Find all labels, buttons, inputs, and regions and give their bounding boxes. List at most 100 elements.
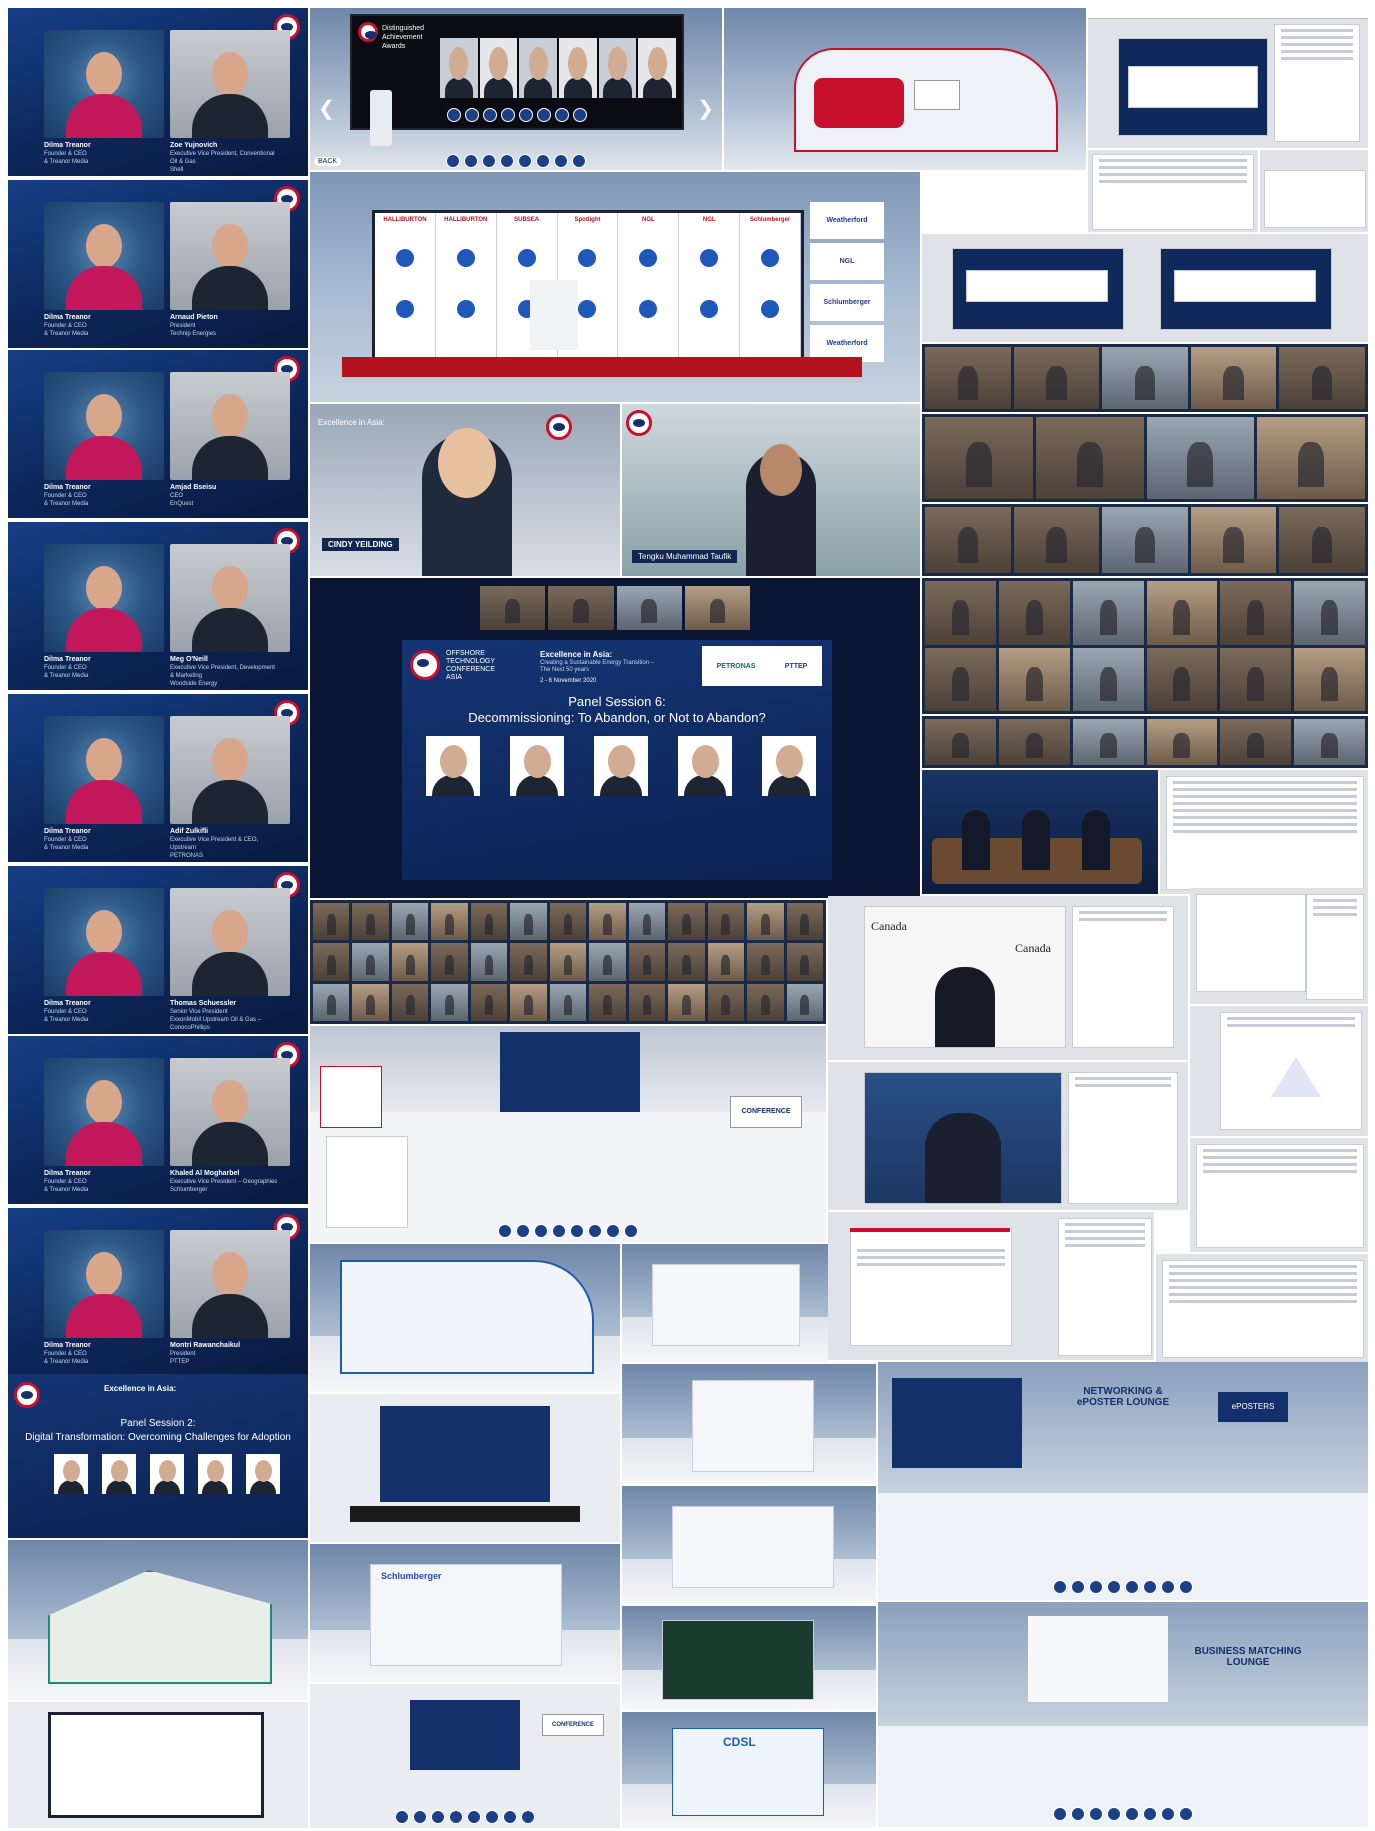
play-icon[interactable] (637, 298, 660, 320)
conference-entrance-tile[interactable]: CONFERENCE (310, 1684, 620, 1828)
video-cell (589, 983, 626, 1021)
otc-logo-icon (358, 22, 378, 42)
petronas-booth-tile[interactable] (8, 1540, 308, 1700)
table-window-tile[interactable] (1156, 1254, 1368, 1362)
virtual-lobby-tile[interactable]: CONFERENCE (310, 1026, 826, 1242)
awards-play-buttons[interactable] (447, 108, 587, 122)
pttep-booth-tile[interactable] (310, 1244, 620, 1392)
interview-tile[interactable]: Dilma Treanor Founder & CEO & Treanor Medi… (8, 350, 308, 520)
cdsl-booth-tile[interactable]: CDSL (622, 1712, 876, 1828)
panel-session-6-tile[interactable]: OFFSHORE TECHNOLOGY CONFERENCE ASIA Excelle… (310, 578, 920, 898)
back-button[interactable]: BACK (314, 157, 342, 166)
interview-tile[interactable]: Dilma Treanor Founder & CEO & Treanor Medi… (8, 1208, 308, 1378)
qa-submission-tile[interactable] (828, 1212, 1054, 1360)
conference-sign[interactable]: CONFERENCE (542, 1714, 604, 1736)
guest-caption: Adif Zulkifli Executive Vice President & … (170, 828, 259, 859)
panelist-figure (962, 810, 990, 870)
guest-caption: Montri Rawanchaikul President PTTEP (170, 1342, 241, 1365)
business-matching-tile[interactable]: BUSINESS MATCHING LOUNGE (878, 1602, 1368, 1827)
sponsor-hall-tile[interactable] (8, 1702, 308, 1828)
chat-window-tile-2[interactable] (1190, 1138, 1368, 1252)
lounge-nav-bar[interactable] (1053, 1807, 1193, 1821)
speaker-cards-tile[interactable] (1260, 150, 1368, 232)
eposters-sign[interactable]: ePOSTERS (1218, 1392, 1288, 1422)
play-icon[interactable] (759, 298, 782, 320)
agenda-table-tile[interactable] (1160, 770, 1368, 894)
awards-title: Distinguished Achievement Awards (382, 25, 425, 50)
conference-sign[interactable]: CONFERENCE (730, 1096, 802, 1128)
weatherford-booth-tile[interactable] (724, 8, 1086, 170)
awards-hall-tile[interactable]: Distinguished Achievement Awards ❮ ❯ BAC… (310, 8, 722, 170)
guest-caption: Meg O'Neill Executive Vice President, Dev… (170, 656, 275, 687)
panelist-figure (1082, 810, 1110, 870)
play-icon[interactable] (576, 298, 599, 320)
play-icon[interactable] (454, 298, 477, 320)
video-wall (310, 900, 826, 1024)
play-icon[interactable] (576, 247, 599, 269)
networking-lounge-tile[interactable]: NETWORKING & ePOSTER LOUNGE ePOSTERS (878, 1362, 1368, 1600)
next-arrow-icon[interactable]: ❯ (697, 96, 714, 121)
play-icon[interactable] (698, 247, 721, 269)
chat-window-tile-1[interactable] (1190, 888, 1368, 1004)
chat-window-tile-3[interactable] (1054, 1212, 1154, 1360)
video-cell (668, 983, 705, 1021)
canada-wordmark: Canada (871, 919, 907, 933)
keynote-name-2: Tengku Muhammad Taufik (632, 550, 738, 563)
booth-structure: CDSL (672, 1728, 824, 1816)
attendee-list-tile[interactable] (1088, 150, 1258, 232)
panel-session-2-tile[interactable]: Excellence in Asia: Panel Session 2: Dig… (8, 1374, 308, 1538)
sponsor-board (326, 1136, 408, 1228)
schlumberger-booth-tile[interactable]: Schlumberger (310, 1544, 620, 1682)
lobby-main-screen (500, 1032, 640, 1112)
auditorium-tile[interactable] (310, 1394, 620, 1542)
exhibit-booth-tile-3[interactable] (622, 1486, 876, 1604)
sponsor-stage-tile[interactable]: HALLIBURTON HALLIBURTON SUBSEA Spotlight NGL… (310, 172, 920, 402)
interview-tile[interactable]: Dilma Treanor Founder & CEO & Treanor Medi… (8, 1036, 308, 1206)
interview-tile[interactable]: Dilma Treanor Founder & CEO & Treanor Medi… (8, 180, 308, 350)
host-video (44, 30, 164, 138)
keynote-tile-2[interactable]: Tengku Muhammad Taufik (622, 404, 920, 576)
interview-tile[interactable]: Dilma Treanor Founder & CEO & Treanor Medi… (8, 8, 308, 178)
interview-tile[interactable]: Dilma Treanor Founder & CEO & Treanor Medi… (8, 522, 308, 692)
prev-arrow-icon[interactable]: ❮ (318, 96, 335, 121)
video-cell (510, 943, 547, 981)
entrance-nav-bar[interactable] (395, 1810, 535, 1824)
video-cell (549, 983, 587, 1021)
exhibit-booth-tile-2[interactable] (622, 1364, 876, 1484)
sponsor-name: SUBSEA (514, 217, 540, 223)
sponsor-column[interactable]: HALLIBURTON (436, 213, 497, 363)
host-caption: Dilma Treanor Founder & CEO & Treanor Medi… (44, 828, 91, 851)
interview-tile[interactable]: Dilma Treanor Founder & CEO & Treanor Medi… (8, 694, 308, 864)
canada-session-tile[interactable]: Canada Canada (828, 896, 1188, 1060)
hall-nav-bar[interactable] (446, 154, 586, 168)
exhibit-booth-tile-4[interactable] (622, 1606, 876, 1710)
interview-tile[interactable]: Dilma Treanor Founder & CEO & Treanor Medi… (8, 866, 308, 1036)
workflow-tile[interactable] (1190, 1006, 1368, 1136)
video-cell (549, 903, 587, 941)
sponsor-column[interactable]: Schlumberger (740, 213, 801, 363)
meeting-window-tile-1[interactable] (1088, 8, 1368, 148)
play-icon[interactable] (454, 247, 477, 269)
lounge-board (1028, 1616, 1168, 1702)
exhibit-booth-tile-1[interactable] (622, 1244, 828, 1362)
host-video (44, 888, 164, 996)
panelist-photo (594, 736, 648, 796)
video-grid-5 (922, 716, 1368, 768)
lounge-nav-bar[interactable] (1053, 1580, 1193, 1594)
sponsor-column[interactable]: NGL (679, 213, 741, 363)
meeting-window-tile-2[interactable] (922, 234, 1368, 342)
play-icon[interactable] (393, 247, 416, 269)
speaker-video-tile[interactable] (828, 1062, 1188, 1210)
play-icon[interactable] (637, 247, 660, 269)
play-icon[interactable] (759, 247, 782, 269)
play-icon[interactable] (515, 247, 538, 269)
sponsor-name: HALLIBURTON (383, 217, 427, 223)
play-icon[interactable] (393, 298, 416, 320)
sponsor-column[interactable]: HALLIBURTON (375, 213, 436, 363)
sponsor-column[interactable]: NGL (618, 213, 680, 363)
keynote-tile-1[interactable]: Excellence in Asia: CINDY YEILDING (310, 404, 620, 576)
panel-room-tile[interactable] (922, 770, 1158, 894)
booth-structure (672, 1506, 834, 1588)
lobby-nav-bar[interactable] (498, 1224, 638, 1238)
play-icon[interactable] (698, 298, 721, 320)
